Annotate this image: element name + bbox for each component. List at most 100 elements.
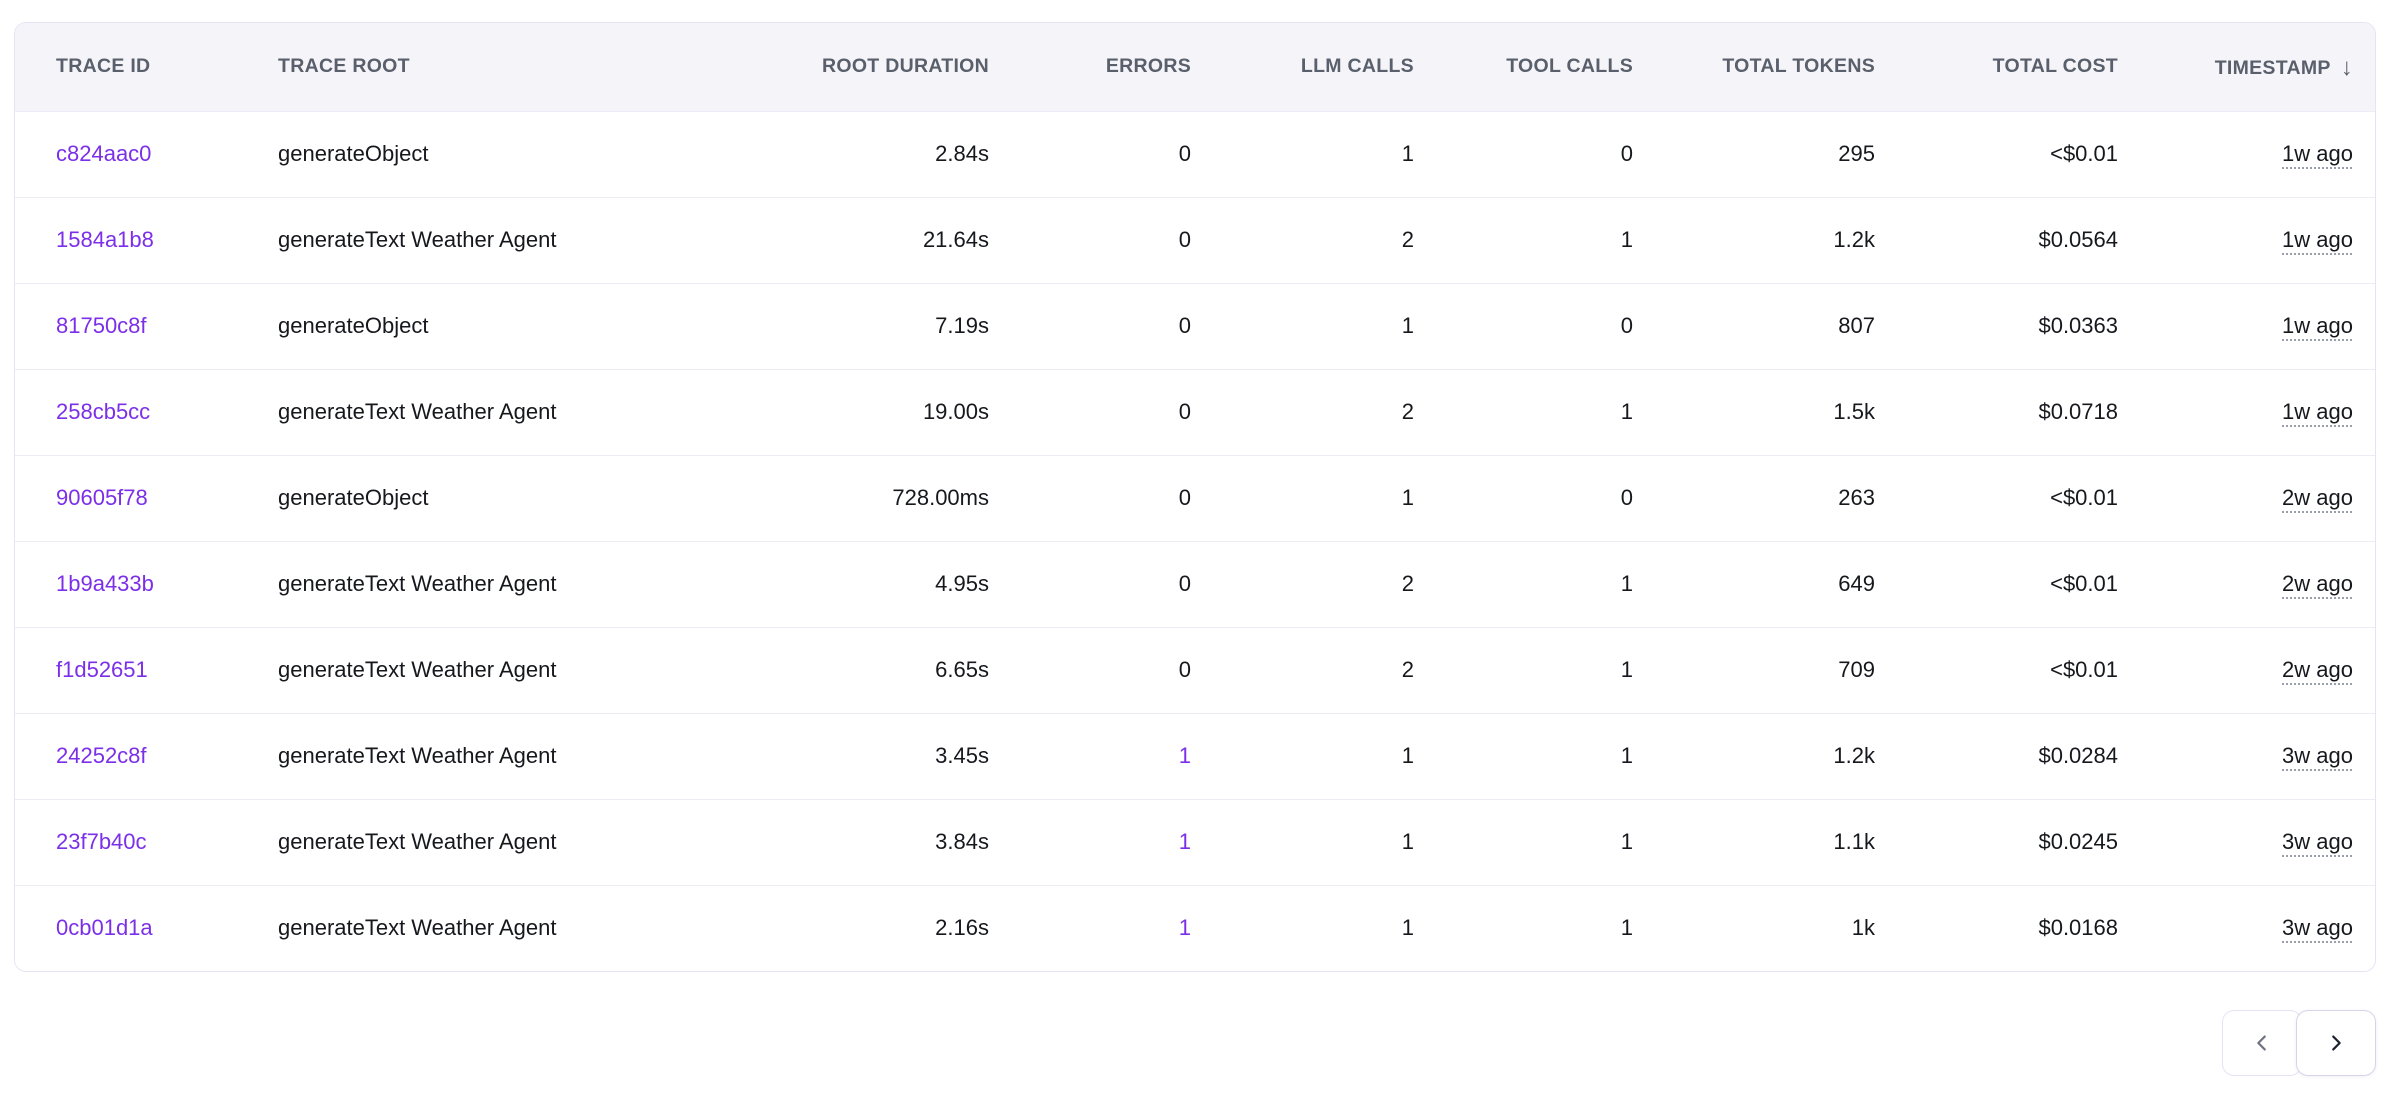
total-tokens-value: 1.5k [1833,399,1875,424]
trace-id-link[interactable]: 0cb01d1a [56,915,153,940]
llm-calls-cell: 1 [1191,885,1414,971]
table-row: c824aac0generateObject2.84s010295<$0.011… [15,111,2376,197]
tool-calls-value: 1 [1621,227,1633,252]
timestamp-value[interactable]: 2w ago [2282,657,2353,682]
tool-calls-cell: 0 [1414,111,1633,197]
header-total-cost: TOTAL COST [1875,23,2118,111]
total-cost-value: $0.0718 [2038,399,2118,424]
chevron-right-icon [2325,1032,2347,1054]
total-cost-value: $0.0168 [2038,915,2118,940]
root-duration-cell: 728.00ms [708,455,989,541]
errors-cell: 0 [989,197,1191,283]
errors-cell: 0 [989,283,1191,369]
timestamp-value[interactable]: 2w ago [2282,571,2353,596]
timestamp-value[interactable]: 3w ago [2282,915,2353,940]
root-duration-value: 19.00s [923,399,989,424]
traces-table-card: TRACE ID TRACE ROOT ROOT DURATION ERRORS… [14,22,2376,972]
total-cost-value: $0.0284 [2038,743,2118,768]
errors-value: 1 [1179,829,1191,854]
total-tokens-value: 263 [1838,485,1875,510]
tool-calls-cell: 1 [1414,885,1633,971]
header-timestamp[interactable]: TIMESTAMP↓ [2118,23,2376,111]
root-duration-cell: 4.95s [708,541,989,627]
llm-calls-value: 1 [1402,141,1414,166]
trace-id-cell: 1584a1b8 [15,197,278,283]
root-duration-cell: 7.19s [708,283,989,369]
llm-calls-cell: 1 [1191,713,1414,799]
errors-value: 1 [1179,915,1191,940]
root-duration-value: 2.16s [935,915,989,940]
timestamp-value[interactable]: 3w ago [2282,743,2353,768]
trace-id-cell: c824aac0 [15,111,278,197]
trace-root-cell: generateText Weather Agent [278,799,708,885]
trace-id-link[interactable]: 1b9a433b [56,571,154,596]
trace-root-cell: generateText Weather Agent [278,541,708,627]
trace-id-cell: 0cb01d1a [15,885,278,971]
tool-calls-cell: 1 [1414,541,1633,627]
header-label: TOTAL COST [1993,55,2118,78]
total-cost-value: <$0.01 [2050,657,2118,682]
root-duration-value: 728.00ms [892,485,989,510]
timestamp-value[interactable]: 2w ago [2282,485,2353,510]
header-label: ERRORS [1106,55,1191,78]
trace-root-cell: generateText Weather Agent [278,369,708,455]
traces-page: TRACE ID TRACE ROOT ROOT DURATION ERRORS… [0,0,2390,1096]
errors-value: 0 [1179,227,1191,252]
total-tokens-cell: 295 [1633,111,1875,197]
header-label: TOOL CALLS [1506,55,1633,78]
table-row: 1584a1b8 generateText Weather Agent21.64s… [15,197,2376,283]
trace-id-link[interactable]: 24252c8f [56,743,147,768]
trace-id-link[interactable]: 23f7b40c [56,829,147,854]
errors-value: 0 [1179,657,1191,682]
trace-id-link[interactable]: 81750c8f [56,313,147,338]
timestamp-value[interactable]: 1w ago [2282,399,2353,424]
total-cost-cell: $0.0245 [1875,799,2118,885]
total-cost-value: <$0.01 [2050,485,2118,510]
trace-id-link[interactable]: c824aac0 [56,141,151,166]
table-row: 24252c8fgenerateText Weather Agent3.45s1… [15,713,2376,799]
root-duration-cell: 3.84s [708,799,989,885]
total-tokens-value: 295 [1838,141,1875,166]
total-cost-value: $0.0245 [2038,829,2118,854]
tool-calls-value: 1 [1621,915,1633,940]
previous-page-button[interactable] [2222,1010,2302,1076]
trace-root-cell: generateText Weather Agent [278,197,708,283]
root-duration-value: 7.19s [935,313,989,338]
header-llm-calls: LLM CALLS [1191,23,1414,111]
table-row: 90605f78generateObject728.00ms010263<$0.… [15,455,2376,541]
root-duration-cell: 2.16s [708,885,989,971]
timestamp-value[interactable]: 1w ago [2282,141,2353,166]
trace-table-body: c824aac0generateObject2.84s010295<$0.011… [15,111,2376,971]
root-duration-cell: 2.84s [708,111,989,197]
trace-id-cell: f1d52651 [15,627,278,713]
trace-root-value: generateText Weather Agent [278,743,556,768]
header-trace-id: TRACE ID [15,23,278,111]
llm-calls-cell: 1 [1191,283,1414,369]
trace-id-link[interactable]: 1584a1b8 [56,227,154,252]
root-duration-cell: 6.65s [708,627,989,713]
timestamp-value[interactable]: 3w ago [2282,829,2353,854]
trace-id-link[interactable]: f1d52651 [56,657,148,682]
table-row: 258cb5cc generateText Weather Agent 19.00s… [15,369,2376,455]
errors-value: 0 [1179,313,1191,338]
llm-calls-cell: 2 [1191,627,1414,713]
timestamp-cell: 1w ago [2118,197,2376,283]
tool-calls-cell: 1 [1414,713,1633,799]
trace-id-link[interactable]: 258cb5cc [56,399,150,424]
total-cost-value: <$0.01 [2050,571,2118,596]
next-page-button[interactable] [2296,1010,2376,1076]
llm-calls-value: 2 [1402,227,1414,252]
trace-root-value: generateText Weather Agent [278,399,556,424]
errors-cell: 0 [989,369,1191,455]
tool-calls-cell: 1 [1414,369,1633,455]
total-cost-cell: $0.0284 [1875,713,2118,799]
root-duration-cell: 21.64s [708,197,989,283]
total-cost-cell: <$0.01 [1875,111,2118,197]
errors-cell: 0 [989,541,1191,627]
timestamp-cell: 3w ago [2118,799,2376,885]
timestamp-value[interactable]: 1w ago [2282,227,2353,252]
llm-calls-value: 1 [1402,915,1414,940]
timestamp-value[interactable]: 1w ago [2282,313,2353,338]
trace-root-cell: generateText Weather Agent [278,713,708,799]
trace-id-link[interactable]: 90605f78 [56,485,148,510]
